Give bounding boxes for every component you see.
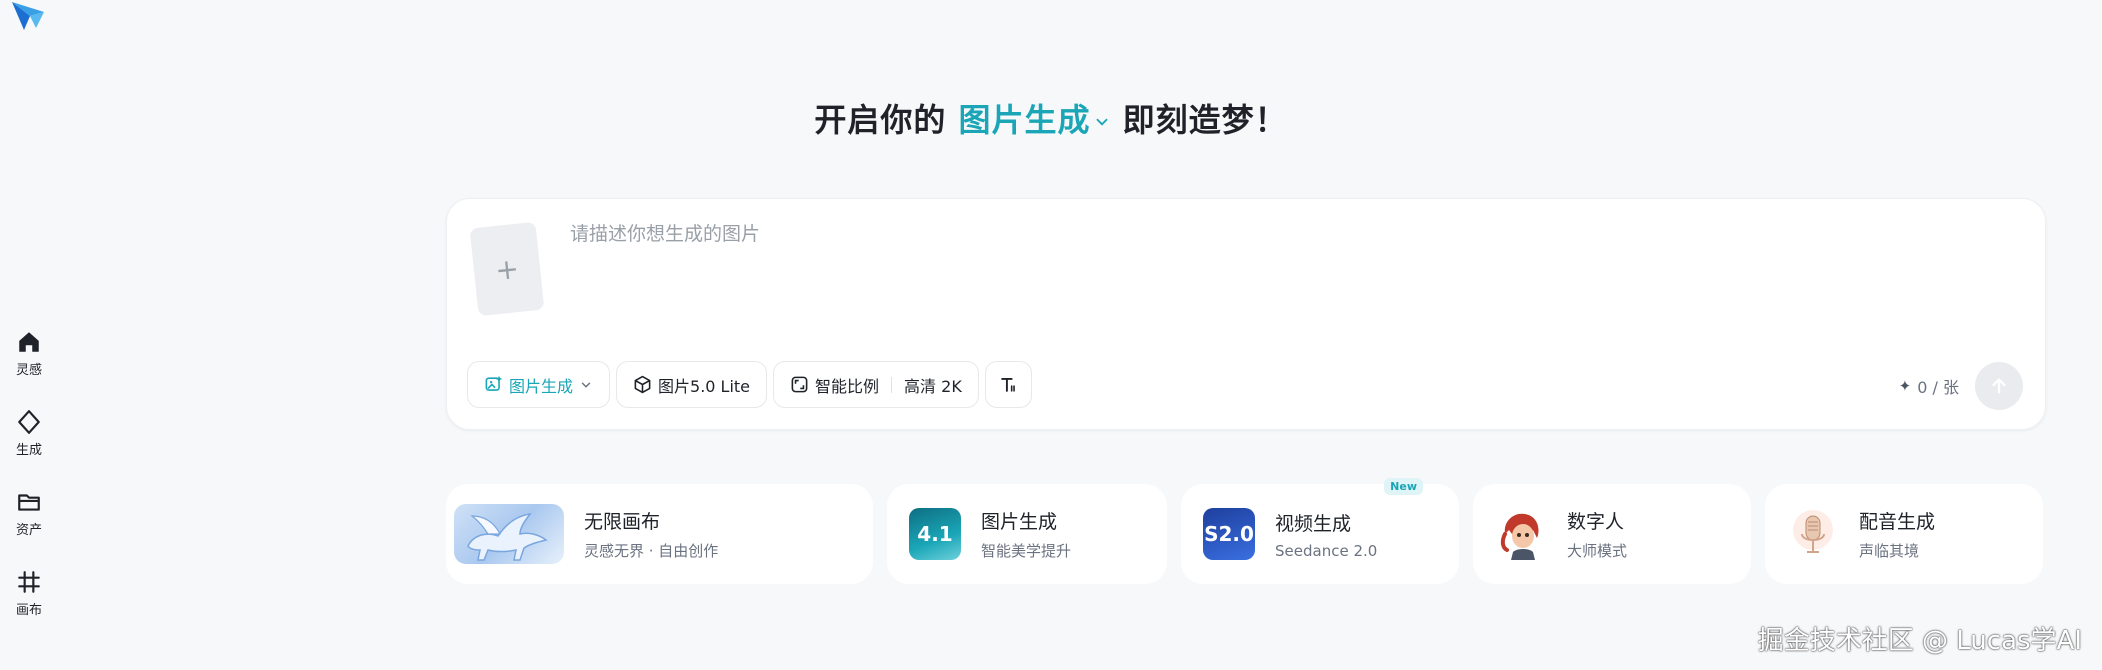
- arrow-up-icon: [1992, 378, 2006, 394]
- feature-subtitle: Seedance 2.0: [1275, 541, 1378, 560]
- feature-subtitle: 声临其境: [1859, 542, 1920, 560]
- video-gen-thumbnail: S2.0: [1203, 508, 1255, 560]
- feature-subtitle: 灵感无界 · 自由创作: [584, 542, 719, 560]
- aspect-ratio-icon: [791, 376, 808, 393]
- sidebar-item-label: 画布: [15, 603, 42, 618]
- plus-icon: +: [493, 251, 521, 287]
- thumb-text: 4.1: [917, 522, 953, 546]
- image-generate-icon: [485, 376, 502, 391]
- feature-card-digital-human[interactable]: 数字人 大师模式: [1473, 484, 1751, 584]
- sparkle-icon: ✦: [1898, 377, 1912, 395]
- sidebar-item-label: 灵感: [15, 363, 42, 378]
- feature-title: 图片生成: [981, 511, 1058, 533]
- sidebar: 灵感 生成 资产 画布: [0, 325, 58, 645]
- text-format-icon: [1001, 378, 1015, 392]
- model-select-button[interactable]: 图片5.0 Lite: [616, 361, 768, 408]
- feature-card-infinite-canvas[interactable]: 无限画布 灵感无界 · 自由创作: [446, 484, 873, 584]
- feature-title: 无限画布: [584, 511, 661, 533]
- digital-human-thumbnail: [1495, 508, 1547, 560]
- new-badge: New: [1384, 478, 1423, 495]
- chevron-down-icon: [581, 382, 591, 388]
- mode-label: 图片生成: [509, 376, 574, 396]
- mode-select-button[interactable]: 图片生成: [467, 361, 611, 408]
- upload-reference-button[interactable]: +: [469, 221, 545, 317]
- feature-card-video-generation[interactable]: New S2.0 视频生成 Seedance 2.0: [1181, 478, 1459, 584]
- headline-accent: 图片生成: [958, 101, 1091, 139]
- sidebar-item-canvas[interactable]: 画布: [0, 565, 58, 645]
- feature-title: 数字人: [1567, 511, 1625, 533]
- cube-icon: [634, 375, 651, 394]
- folder-icon: [18, 494, 40, 511]
- sidebar-item-inspiration[interactable]: 灵感: [0, 325, 58, 405]
- feature-title: 视频生成: [1275, 512, 1352, 535]
- prompt-input[interactable]: [570, 219, 2010, 309]
- model-label: 图片5.0 Lite: [658, 376, 751, 396]
- credits-value: 0 / 张: [1917, 378, 1959, 397]
- home-icon: [19, 332, 39, 352]
- mode-switch-dropdown[interactable]: 图片生成: [958, 101, 1110, 139]
- feature-subtitle: 大师模式: [1567, 542, 1628, 560]
- feature-subtitle: 智能美学提升: [981, 542, 1072, 560]
- thumb-text: S2.0: [1204, 522, 1254, 546]
- image-gen-thumbnail: 4.1: [909, 508, 961, 560]
- sidebar-item-assets[interactable]: 资产: [0, 485, 58, 565]
- feature-card-image-generation[interactable]: 4.1 图片生成 智能美学提升: [887, 484, 1167, 584]
- watermark-text: 掘金技术社区 @ Lucas学AI: [1757, 626, 2082, 656]
- canvas-grid-icon: [18, 571, 40, 593]
- composer-toolbar: 图片生成 图片5.0 Lite 智能比例 高清 2K: [467, 361, 1032, 408]
- paper-plane-logo-icon: [12, 2, 44, 30]
- page-headline: 开启你的 图片生成 即刻造梦！: [0, 95, 2102, 141]
- headline-prefix: 开启你的: [814, 101, 947, 139]
- credits-indicator: ✦ 0 / 张: [1899, 374, 1959, 398]
- ratio-label: 智能比例: [815, 376, 880, 396]
- send-button[interactable]: [1975, 362, 2023, 410]
- feature-title: 配音生成: [1859, 511, 1936, 533]
- text-style-button[interactable]: [984, 361, 1032, 408]
- prompt-composer: + 图片生成 图片5.0 Lite 智能比例: [446, 198, 2046, 430]
- pegasus-image-icon: [467, 513, 548, 561]
- quality-label: 高清 2K: [904, 376, 962, 396]
- chevron-down-icon: [1096, 118, 1107, 126]
- app-logo[interactable]: [10, 0, 46, 32]
- divider: [891, 376, 893, 393]
- feature-card-voice-generation[interactable]: 配音生成 声临其境: [1765, 484, 2043, 584]
- feature-cards: 无限画布 灵感无界 · 自由创作 4.1 图片生成 智能美学提升 New S2.…: [446, 478, 2043, 584]
- avatar-character-icon: [1500, 513, 1539, 560]
- pegasus-thumbnail: [454, 504, 564, 564]
- voice-gen-thumbnail: [1787, 508, 1839, 560]
- headline-suffix: 即刻造梦！: [1122, 101, 1288, 139]
- sparkle-diamond-icon: [18, 410, 40, 434]
- sidebar-item-generate[interactable]: 生成: [0, 405, 58, 485]
- ratio-quality-button[interactable]: 智能比例 高清 2K: [773, 361, 979, 408]
- microphone-icon: [1793, 510, 1833, 553]
- sidebar-item-label: 资产: [15, 523, 42, 538]
- sidebar-item-label: 生成: [15, 443, 42, 458]
